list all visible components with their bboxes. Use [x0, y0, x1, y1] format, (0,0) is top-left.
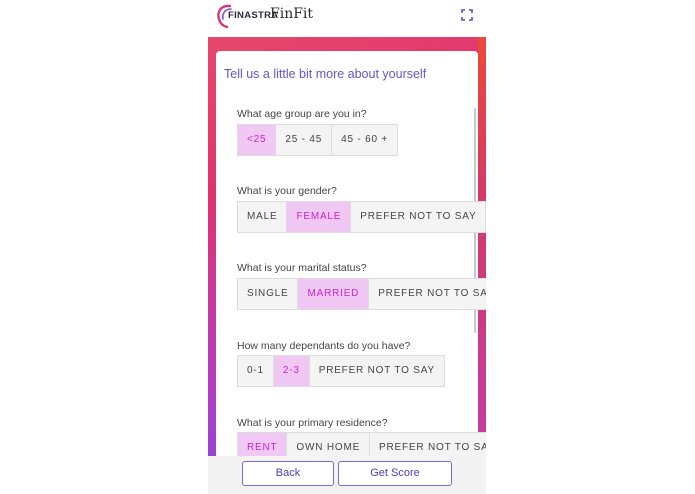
- app-header: FINASTRA FinFit: [208, 0, 486, 36]
- question-gender: What is your gender?: [237, 185, 337, 197]
- option-age-45-60-plus[interactable]: 45 - 60 +: [332, 125, 397, 155]
- option-residence-prefer-not[interactable]: PREFER NOT TO SAY: [370, 433, 486, 457]
- option-residence-own-home[interactable]: OWN HOME: [287, 433, 371, 457]
- gender-toggle: MALE FEMALE PREFER NOT TO SAY: [237, 201, 486, 233]
- question-residence: What is your primary residence?: [237, 417, 388, 429]
- residence-toggle: RENT OWN HOME PREFER NOT TO SAY: [237, 432, 486, 457]
- dependants-toggle: 0-1 2-3 PREFER NOT TO SAY: [237, 355, 445, 387]
- option-dependants-prefer-not[interactable]: PREFER NOT TO SAY: [310, 356, 444, 386]
- option-marital-prefer-not[interactable]: PREFER NOT TO SAY: [369, 279, 486, 309]
- marital-status-toggle: SINGLE MARRIED PREFER NOT TO SAY: [237, 278, 486, 310]
- option-marital-married[interactable]: MARRIED: [298, 279, 370, 309]
- question-dependants: How many dependants do you have?: [237, 340, 411, 352]
- questionnaire-card: Tell us a little bit more about yourself…: [216, 51, 486, 457]
- option-residence-rent[interactable]: RENT: [238, 433, 288, 457]
- footer-bar: Back Get Score: [208, 456, 486, 494]
- app-title: FinFit: [270, 6, 314, 22]
- option-marital-single[interactable]: SINGLE: [238, 279, 299, 309]
- gradient-frame: Tell us a little bit more about yourself…: [208, 37, 486, 457]
- option-dependants-2-3[interactable]: 2-3: [273, 356, 310, 386]
- option-gender-prefer-not[interactable]: PREFER NOT TO SAY: [351, 202, 485, 232]
- question-marital-status: What is your marital status?: [237, 262, 367, 274]
- card-title: Tell us a little bit more about yourself: [224, 67, 427, 81]
- get-score-button[interactable]: Get Score: [338, 461, 452, 486]
- frame-edge: [478, 37, 486, 457]
- option-gender-male[interactable]: MALE: [238, 202, 288, 232]
- option-dependants-0-1[interactable]: 0-1: [238, 356, 274, 386]
- back-button[interactable]: Back: [242, 461, 334, 486]
- option-age-under-25[interactable]: <25: [238, 125, 277, 155]
- option-gender-female[interactable]: FEMALE: [287, 202, 352, 232]
- age-group-toggle: <25 25 - 45 45 - 60 +: [237, 124, 399, 156]
- question-age: What age group are you in?: [237, 108, 367, 120]
- option-age-25-45[interactable]: 25 - 45: [276, 125, 333, 155]
- fullscreen-icon[interactable]: [461, 9, 473, 21]
